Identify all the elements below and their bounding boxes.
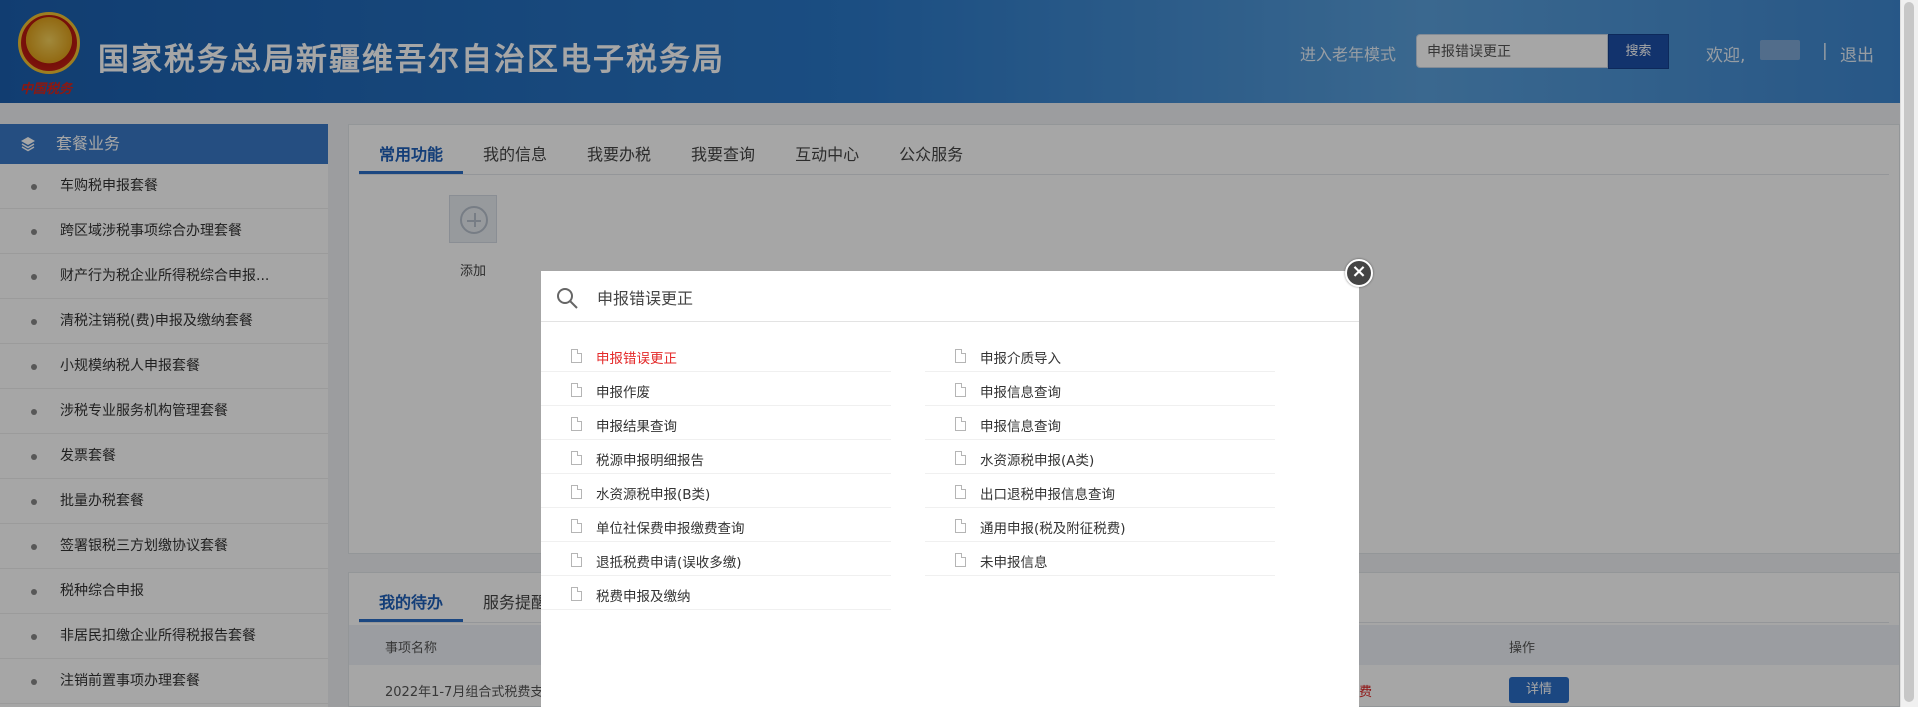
document-icon bbox=[955, 417, 966, 431]
page-scrollbar[interactable] bbox=[1900, 0, 1918, 707]
result-item[interactable]: 申报信息查询 bbox=[925, 406, 1275, 440]
result-item[interactable]: 税源申报明细报告 bbox=[541, 440, 891, 474]
modal-search-bar bbox=[541, 271, 1359, 322]
result-item[interactable]: 申报作废 bbox=[541, 372, 891, 406]
result-item[interactable]: 出口退税申报信息查询 bbox=[925, 474, 1275, 508]
document-icon bbox=[955, 451, 966, 465]
result-item[interactable]: 通用申报(税及附征税费) bbox=[925, 508, 1275, 542]
result-item[interactable]: 单位社保费申报缴费查询 bbox=[541, 508, 891, 542]
document-icon bbox=[955, 519, 966, 533]
document-icon bbox=[571, 383, 582, 397]
search-icon bbox=[557, 288, 578, 309]
document-icon bbox=[571, 587, 582, 601]
search-modal: 申报错误更正 申报作废 申报结果查询 税源申报明细报告 水资源税申报(B类) 单… bbox=[541, 271, 1359, 707]
document-icon bbox=[571, 349, 582, 363]
document-icon bbox=[571, 485, 582, 499]
document-icon bbox=[955, 383, 966, 397]
modal-search-input[interactable] bbox=[597, 281, 1337, 313]
result-item[interactable]: 退抵税费申请(误收多缴) bbox=[541, 542, 891, 576]
result-item[interactable]: 申报介质导入 bbox=[925, 338, 1275, 372]
result-item[interactable]: 税费申报及缴纳 bbox=[541, 576, 891, 610]
document-icon bbox=[571, 417, 582, 431]
result-item[interactable]: 水资源税申报(A类) bbox=[925, 440, 1275, 474]
result-item[interactable]: 申报结果查询 bbox=[541, 406, 891, 440]
result-item[interactable]: 申报错误更正 bbox=[541, 338, 891, 372]
document-icon bbox=[571, 451, 582, 465]
document-icon bbox=[955, 349, 966, 363]
document-icon bbox=[571, 519, 582, 533]
result-item[interactable]: 水资源税申报(B类) bbox=[541, 474, 891, 508]
document-icon bbox=[955, 553, 966, 567]
result-item[interactable]: 申报信息查询 bbox=[925, 372, 1275, 406]
document-icon bbox=[955, 485, 966, 499]
document-icon bbox=[571, 553, 582, 567]
modal-close-button[interactable]: × bbox=[1345, 259, 1373, 287]
scrollbar-thumb[interactable] bbox=[1904, 2, 1914, 702]
result-item[interactable]: 未申报信息 bbox=[925, 542, 1275, 576]
